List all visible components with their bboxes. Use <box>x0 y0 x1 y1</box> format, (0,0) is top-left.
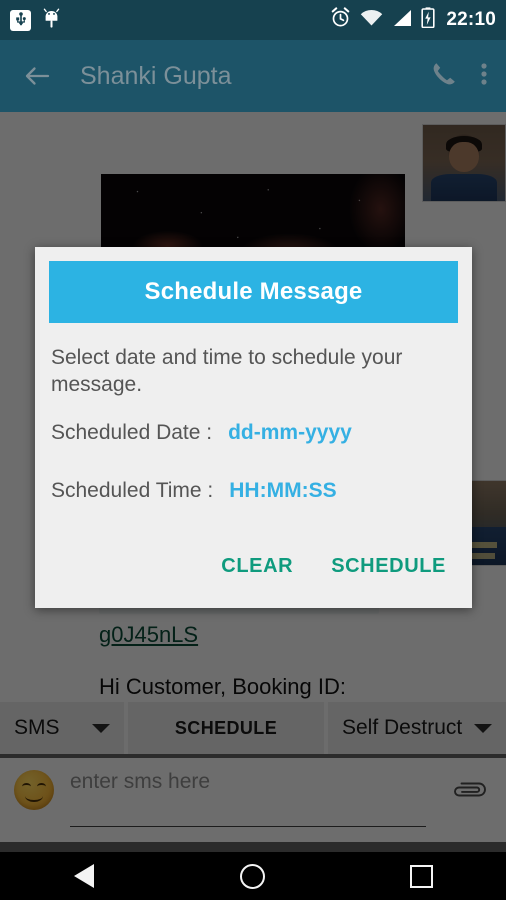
scheduled-time-label: Scheduled Time : <box>51 478 214 502</box>
nav-recents-icon[interactable] <box>392 852 452 900</box>
signal-icon <box>392 9 412 32</box>
message-type-dropdown[interactable]: SMS <box>0 702 124 754</box>
dialog-actions: CLEAR SCHEDULE <box>35 503 472 608</box>
contact-photo-attachment[interactable] <box>422 124 506 202</box>
status-bar-clock: 22:10 <box>446 9 496 30</box>
phone-icon[interactable] <box>430 60 458 93</box>
usb-icon <box>10 9 31 31</box>
android-bug-icon <box>43 8 60 33</box>
sms-input-placeholder: enter sms here <box>70 770 211 793</box>
message-type-label: SMS <box>14 716 60 739</box>
schedule-message-dialog: Schedule Message Select date and time to… <box>35 247 472 608</box>
sms-input[interactable]: enter sms here <box>70 770 444 840</box>
message-text: Hi Customer, Booking ID: <box>99 674 346 699</box>
chevron-down-icon <box>92 723 110 733</box>
status-bar-right-icons: 22:10 <box>330 7 496 33</box>
overflow-menu-icon[interactable] <box>480 60 488 93</box>
scheduled-time-row[interactable]: Scheduled Time : HH:MM:SS <box>51 479 456 503</box>
photo-detail <box>431 173 497 201</box>
clear-button[interactable]: CLEAR <box>215 551 299 582</box>
scheduled-date-label: Scheduled Date : <box>51 420 213 444</box>
page-title: Shanki Gupta <box>80 61 232 90</box>
schedule-button[interactable]: SCHEDULE <box>128 702 324 754</box>
paperclip-icon[interactable] <box>450 770 490 810</box>
emoji-smiley-icon[interactable] <box>14 770 54 810</box>
self-destruct-label: Self Destruct <box>342 716 463 739</box>
battery-charging-icon <box>421 7 435 33</box>
emoji-detail <box>22 783 31 790</box>
phone-screen: 22:10 Shanki Gupta g0J45nLS Hi Customer,… <box>0 0 506 900</box>
message-input-row: enter sms here <box>0 758 506 842</box>
self-destruct-dropdown[interactable]: Self Destruct <box>328 702 506 754</box>
compose-toolbar: SMS SCHEDULE Self Destruct <box>0 702 506 754</box>
scheduled-date-row[interactable]: Scheduled Date : dd-mm-yyyy <box>51 421 456 445</box>
nav-back-icon[interactable] <box>54 852 114 900</box>
app-bar-actions <box>430 60 488 93</box>
status-bar: 22:10 <box>0 0 506 40</box>
scheduled-time-value[interactable]: HH:MM:SS <box>229 479 336 503</box>
app-bar: Shanki Gupta <box>0 40 506 112</box>
chevron-down-icon <box>474 723 492 733</box>
back-arrow-icon[interactable] <box>22 61 52 91</box>
dialog-title: Schedule Message <box>144 278 363 305</box>
dialog-description: Select date and time to schedule your me… <box>51 346 403 396</box>
wifi-icon <box>360 9 383 32</box>
dialog-header: Schedule Message <box>49 261 458 323</box>
nav-home-icon[interactable] <box>223 852 283 900</box>
emoji-detail <box>37 783 46 790</box>
input-underline <box>70 826 426 827</box>
dialog-schedule-button[interactable]: SCHEDULE <box>325 551 452 582</box>
alarm-icon <box>330 7 351 33</box>
dialog-body: Select date and time to schedule your me… <box>35 323 472 503</box>
scheduled-date-value[interactable]: dd-mm-yyyy <box>228 421 352 445</box>
schedule-button-label: SCHEDULE <box>174 717 278 738</box>
message-link[interactable]: g0J45nLS <box>99 622 198 648</box>
photo-detail <box>449 141 479 173</box>
emoji-detail <box>25 790 43 802</box>
status-bar-left-icons <box>10 8 60 33</box>
android-nav-bar <box>0 852 506 900</box>
